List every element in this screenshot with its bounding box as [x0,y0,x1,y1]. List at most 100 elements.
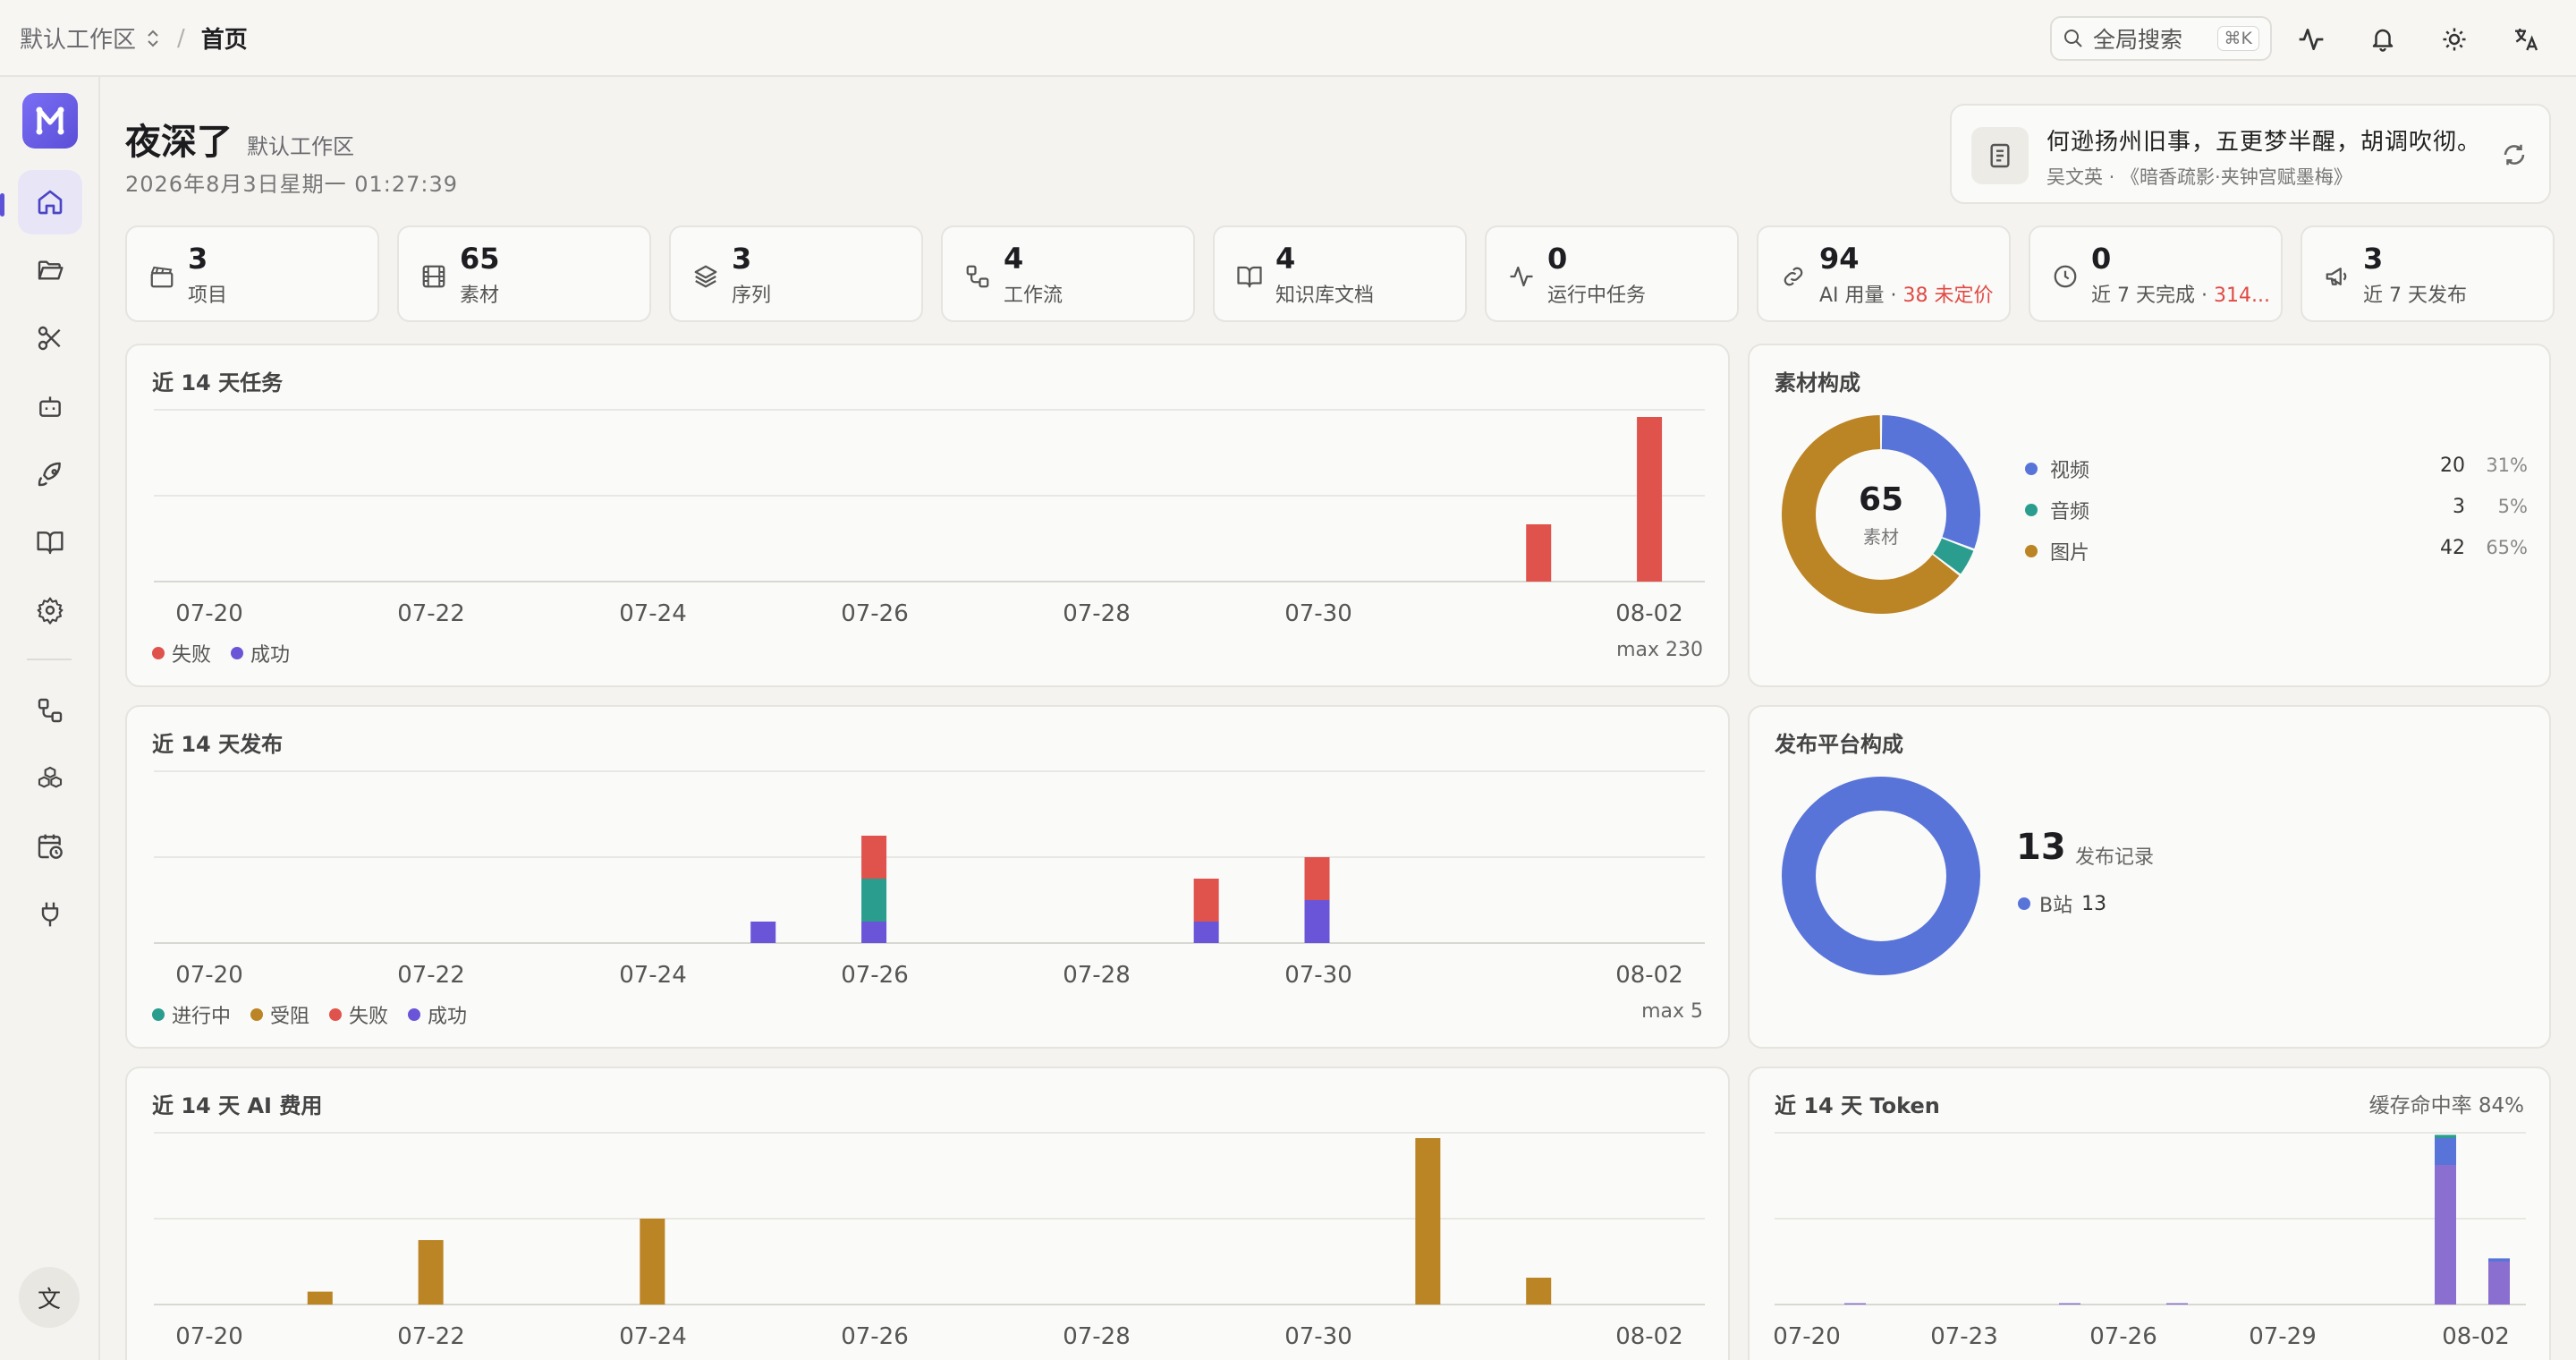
bar-07-30[interactable] [1304,857,1330,900]
chevron-updown-icon[interactable] [145,29,161,48]
x-tick-label: 07-20 [175,962,243,989]
rocket-icon [38,462,61,487]
bar-07-26[interactable] [861,836,887,879]
clock-icon [2054,265,2077,288]
bar-08-02[interactable] [2488,1262,2510,1305]
bar-07-21[interactable] [1844,1303,1866,1305]
refresh-icon[interactable] [2501,141,2528,168]
bar-08-01[interactable] [2435,1165,2456,1305]
x-tick-label: 08-02 [1615,962,1683,989]
nav-models[interactable] [18,746,82,811]
translate-icon[interactable] [2508,21,2544,57]
app-logo[interactable] [22,93,78,149]
asset-pct-video: 31% [2486,455,2528,476]
stat-card-4[interactable]: 4 知识库文档 [1213,225,1467,322]
stat-value: 3 [188,242,208,276]
x-tick-label: 07-24 [619,962,687,989]
nav-settings[interactable] [18,578,82,642]
nav-schedule[interactable] [18,814,82,879]
bar-07-21[interactable] [307,1291,333,1305]
nav-agents[interactable] [18,374,82,438]
legend-success: 成功 [408,1000,467,1029]
x-tick-label: 07-28 [1063,1323,1131,1350]
bar-07-24[interactable] [640,1219,665,1305]
platform-composition-card: 发布平台构成 13 发布记录 B站 13 [1748,705,2551,1049]
bell-icon[interactable] [2365,21,2401,57]
scissors-icon [38,326,61,351]
legend-success: 成功 [231,639,290,667]
stat-card-7[interactable]: 0 近 7 天完成 · 314... [2029,225,2283,322]
publish-chart-card: 近 14 天发布 07-20 07-22 07-24 07-26 07-28 07-30 0… [125,705,1730,1049]
top-bar: 默认工作区 / 首页 全局搜索 ⌘K [0,0,2576,77]
bar-07-30[interactable] [1304,900,1330,943]
bar-08-01[interactable] [1526,524,1552,582]
nav-home[interactable] [18,170,82,234]
asset-legend-image: 图片 [2025,537,2089,565]
nav-plugins[interactable] [18,882,82,947]
bar-07-31[interactable] [1415,1138,1441,1305]
bar-07-22[interactable] [418,1240,444,1305]
book-open-icon [37,531,64,555]
bar-08-01[interactable] [1526,1278,1552,1305]
stat-card-0[interactable]: 3 项目 [125,225,379,322]
x-tick-label: 07-26 [841,962,909,989]
workflow-icon [38,698,63,723]
bar-07-27[interactable] [2166,1303,2188,1305]
megaphone-icon [2326,268,2347,285]
workspace-switcher[interactable]: 默认工作区 [20,21,136,55]
bar-08-02[interactable] [1637,417,1663,582]
donut-slice[interactable] [1782,777,1980,975]
token-chart: 07-20 07-23 07-26 07-29 08-02 [1773,1132,2526,1350]
legend-fail: 失败 [329,1000,388,1029]
x-tick-label: 07-20 [175,1323,243,1350]
bar-07-29[interactable] [1193,879,1219,922]
tasks-legend: 失败 成功 [152,639,290,667]
x-tick-label: 07-20 [1773,1323,1841,1350]
workflow-icon [966,265,989,288]
nav-editor[interactable] [18,306,82,370]
stat-card-6[interactable]: 94 AI 用量 · 38 未定价 [1757,225,2011,322]
stat-card-3[interactable]: 4 工作流 [941,225,1195,322]
breadcrumb: 默认工作区 / 首页 [20,21,248,55]
bar-07-26[interactable] [861,879,887,922]
stat-label: 运行中任务 [1547,285,1647,307]
bar-07-25[interactable] [750,922,776,943]
bar-07-26[interactable] [861,922,887,943]
stat-card-1[interactable]: 65 素材 [397,225,651,322]
platform-legend-bilibili: B站 13 [2018,889,2106,918]
x-tick-label: 07-28 [1063,600,1131,627]
asset-pct-audio: 5% [2497,496,2528,517]
nav-publish[interactable] [18,442,82,506]
stat-card-2[interactable]: 3 序列 [669,225,923,322]
publish-legend: 进行中 受阻 失败 成功 [152,1000,467,1029]
stat-label: 近 7 天完成 · 314... [2091,285,2270,307]
platforms-title: 发布平台构成 [1775,732,1903,757]
activity-icon[interactable] [2293,21,2329,57]
assets-total-label: 素材 [1863,526,1899,548]
book-icon [1237,266,1262,288]
platforms-total: 13 [2016,827,2066,868]
tasks-chart: 07-20 07-22 07-24 07-26 07-28 07-30 08-02 [154,409,1705,627]
x-tick-label: 07-30 [1284,600,1352,627]
stat-card-8[interactable]: 3 近 7 天发布 [2301,225,2555,322]
x-tick-label: 08-02 [2442,1323,2510,1350]
x-tick-label: 07-22 [397,962,465,989]
x-tick-label: 07-26 [2089,1323,2157,1350]
poem-card: 何逊扬州旧事，五更梦半醒，胡调吹彻。 吴文英 · 《暗香疏影·夹钟宫赋墨梅》 [1950,104,2551,204]
bar-08-02[interactable] [2488,1258,2510,1262]
nav-knowledge[interactable] [18,510,82,574]
logo-icon [36,106,64,135]
publish-chart: 07-20 07-22 07-24 07-26 07-28 07-30 08-02 [154,770,1705,989]
assets-title: 素材构成 [1775,370,1860,395]
nav-projects[interactable] [18,238,82,302]
bar-08-01[interactable] [2435,1135,2456,1138]
nav-workflows[interactable] [18,678,82,743]
global-search-button[interactable]: 全局搜索 ⌘K [2050,16,2272,61]
bar-08-01[interactable] [2435,1138,2456,1165]
sun-icon[interactable] [2436,21,2472,57]
stat-card-5[interactable]: 0 运行中任务 [1485,225,1739,322]
bar-07-25[interactable] [2059,1303,2080,1305]
language-button[interactable]: 文 [19,1267,80,1328]
bar-07-29[interactable] [1193,922,1219,943]
search-shortcut: ⌘K [2216,26,2259,51]
